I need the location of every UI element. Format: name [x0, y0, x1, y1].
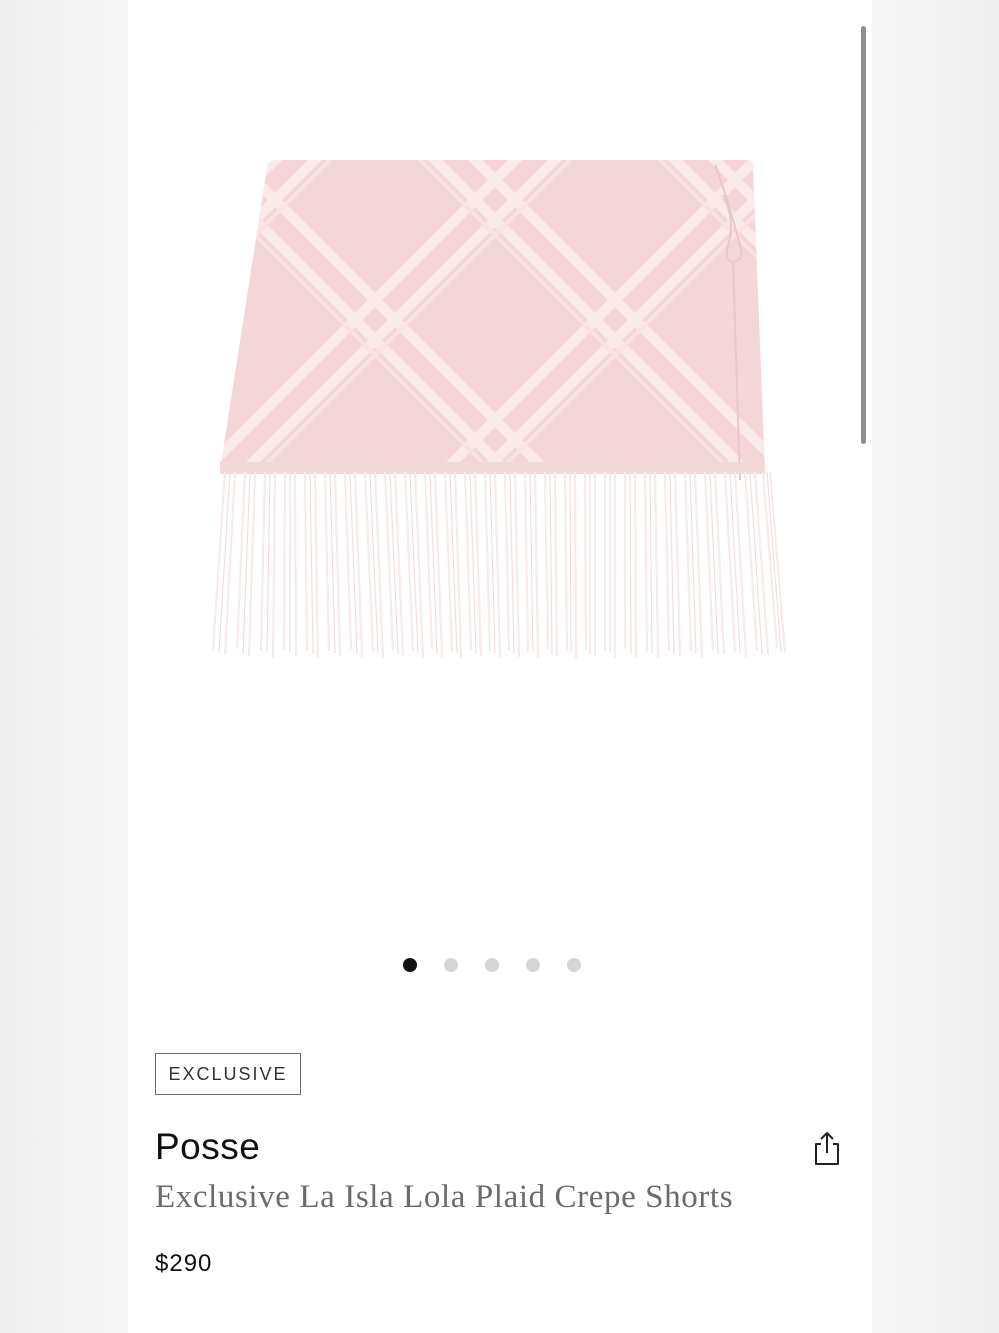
carousel-dot-3[interactable]	[485, 958, 499, 972]
product-image[interactable]	[205, 150, 805, 680]
product-title: Exclusive La Isla Lola Plaid Crepe Short…	[155, 1179, 734, 1215]
brand-name[interactable]: Posse	[155, 1126, 260, 1168]
scrollbar[interactable]	[861, 26, 866, 444]
exclusive-badge: EXCLUSIVE	[155, 1053, 301, 1095]
carousel-pagination[interactable]	[403, 958, 581, 974]
product-page: EXCLUSIVE Posse Exclusive La Isla Lola P…	[0, 0, 999, 1333]
carousel-dot-1[interactable]	[403, 958, 417, 972]
carousel-dot-5[interactable]	[567, 958, 581, 972]
share-icon[interactable]	[812, 1130, 842, 1166]
carousel-dot-2[interactable]	[444, 958, 458, 972]
product-price: $290	[155, 1250, 213, 1277]
carousel-dot-4[interactable]	[526, 958, 540, 972]
